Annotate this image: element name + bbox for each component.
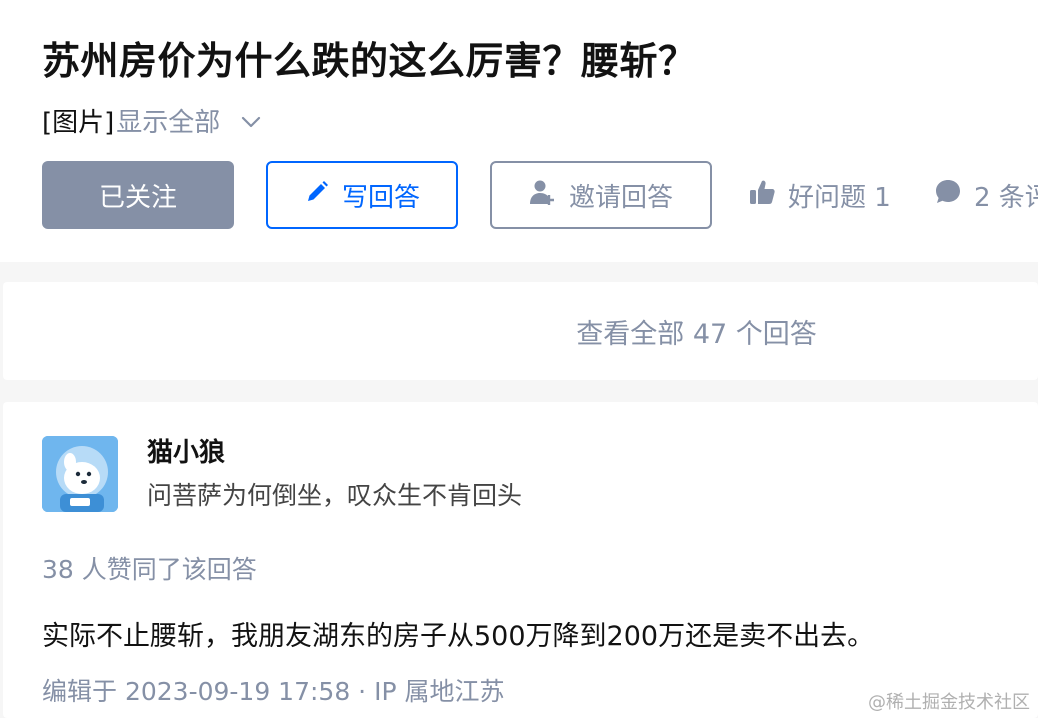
- show-all-link[interactable]: 显示全部: [116, 102, 220, 139]
- answer-item: 猫小狼 问菩萨为何倒坐，叹众生不肯回头 38 人赞同了该回答 实际不止腰斩，我朋…: [3, 402, 1038, 718]
- good-question-button[interactable]: 好问题 1: [748, 176, 891, 214]
- image-tag: [图片]: [42, 108, 115, 138]
- pencil-icon: [304, 179, 342, 212]
- voters-count[interactable]: 38 人赞同了该回答: [42, 550, 257, 586]
- answer-content[interactable]: 实际不止腰斩，我朋友湖东的房子从500万降到200万还是卖不出去。: [42, 614, 874, 653]
- chevron-down-icon[interactable]: [240, 110, 262, 132]
- invite-answer-label: 邀请回答: [568, 182, 673, 213]
- followed-button[interactable]: 已关注: [42, 161, 234, 229]
- good-question-label: 好问题 1: [788, 182, 891, 213]
- edit-time: 编辑于 2023-09-19 17:58 · IP 属地江苏: [42, 677, 505, 706]
- write-answer-label: 写回答: [341, 182, 420, 213]
- write-answer-button[interactable]: 写回答: [266, 161, 458, 229]
- watermark: @稀土掘金技术社区: [868, 692, 1030, 713]
- followed-button-label: 已关注: [98, 182, 177, 213]
- author-bio: 问菩萨为何倒坐，叹众生不肯回头: [147, 481, 523, 510]
- author-name[interactable]: 猫小狼: [147, 432, 225, 469]
- comments-button[interactable]: 2 条评论: [934, 176, 1038, 214]
- question-title[interactable]: 苏州房价为什么跌的这么厉害？腰斩？: [42, 30, 697, 85]
- question-header: 苏州房价为什么跌的这么厉害？腰斩？ [图片] 显示全部 已关注 写回答 邀请回答…: [0, 0, 1038, 262]
- question-description[interactable]: [图片] 显示全部: [42, 102, 262, 139]
- view-all-answers-label: 查看全部 47 个回答: [576, 318, 817, 350]
- view-all-answers-button[interactable]: 查看全部 47 个回答: [3, 282, 1038, 380]
- comment-bubble-icon: [934, 178, 974, 213]
- thumbs-up-icon: [748, 178, 788, 213]
- avatar[interactable]: [42, 436, 118, 512]
- comments-label: 2 条评论: [974, 182, 1038, 213]
- invite-answer-button[interactable]: 邀请回答: [490, 161, 712, 229]
- add-user-icon: [529, 178, 569, 213]
